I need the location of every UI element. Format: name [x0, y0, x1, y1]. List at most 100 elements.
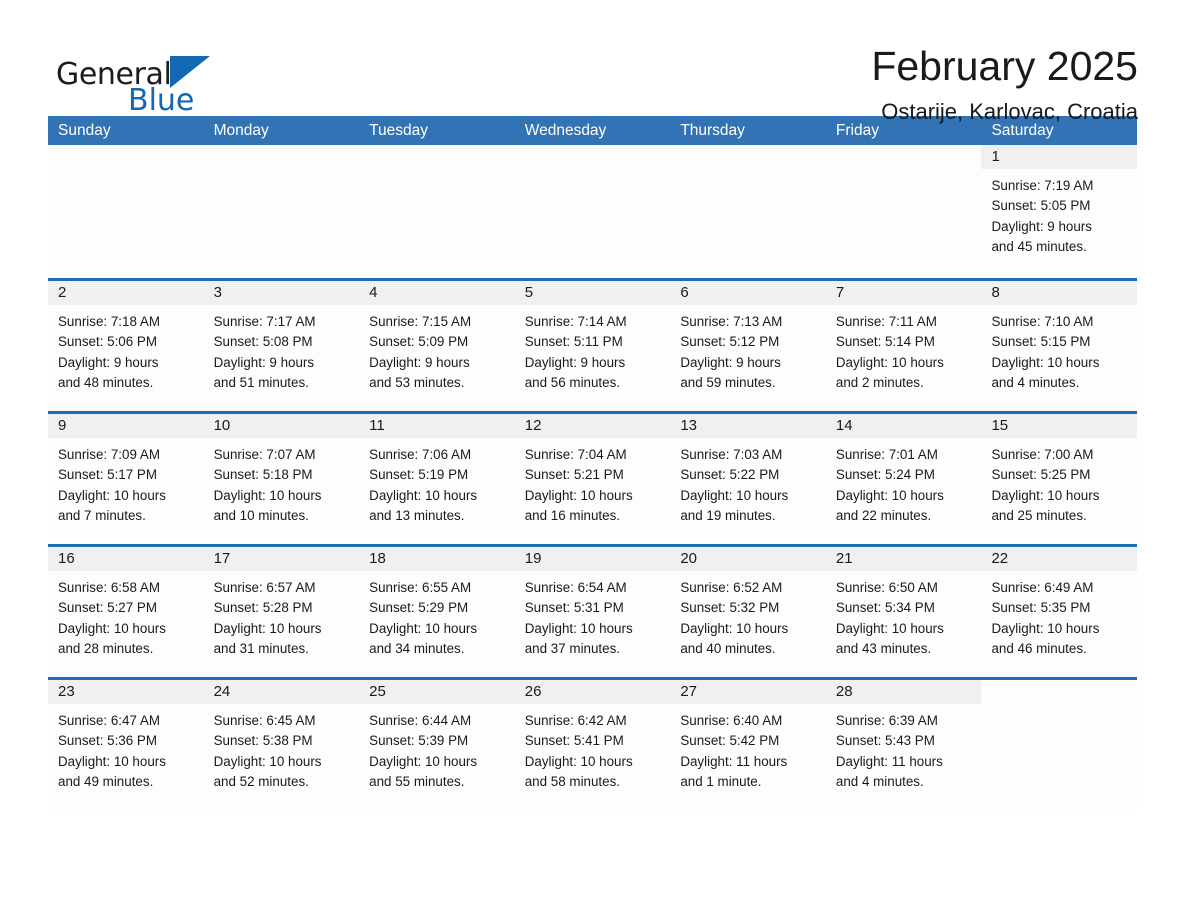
calendar-day-cell[interactable]: 20 Sunrise: 6:52 AM Sunset: 5:32 PM Dayligh… [670, 547, 826, 677]
calendar-day-cell-empty [359, 145, 515, 278]
calendar-day-cell-empty [981, 680, 1138, 810]
daylight-text: Daylight: 11 hours [835, 753, 943, 769]
calendar-day-cell[interactable]: 15 Sunrise: 7:00 AM Sunset: 5:25 PM Dayligh… [981, 414, 1138, 544]
sunrise-text: Sunrise: 7:09 AM [58, 447, 160, 462]
day-details: Sunrise: 7:03 AM Sunset: 5:22 PM Daylight:… [670, 438, 826, 526]
calendar-day-cell[interactable]: 18 Sunrise: 6:55 AM Sunset: 5:29 PM Dayligh… [359, 547, 515, 677]
calendar-week-row: 1 Sunrise: 7:19 AM Sunset: 5:05 PM Daylight… [48, 145, 1138, 278]
day-number: 28 [825, 680, 982, 704]
daylight-text: Daylight: 10 hours [835, 620, 944, 636]
brand-word-blue: Blue [128, 83, 195, 118]
sunrise-text: Sunrise: 7:19 AM [991, 178, 1094, 193]
day-number: 1 [981, 145, 1138, 169]
calendar-day-cell[interactable]: 1 Sunrise: 7:19 AM Sunset: 5:05 PM Daylight… [981, 145, 1138, 278]
calendar-day-cell[interactable]: 19 Sunrise: 6:54 AM Sunset: 5:31 PM Dayligh… [514, 547, 671, 677]
daylight-text: and 59 minutes. [680, 374, 776, 390]
day-number [48, 145, 204, 169]
calendar-day-cell-empty [48, 145, 204, 278]
calendar-day-cell[interactable]: 4 Sunrise: 7:15 AM Sunset: 5:09 PM Daylight… [359, 281, 515, 411]
sunset-text: Sunset: 5:18 PM [213, 467, 313, 483]
day-details [826, 169, 982, 176]
sunset-text: Sunset: 5:36 PM [58, 733, 157, 749]
day-number: 3 [203, 281, 360, 305]
calendar-day-cell[interactable]: 2 Sunrise: 7:18 AM Sunset: 5:06 PM Daylight… [48, 281, 204, 411]
sunset-text: Sunset: 5:29 PM [369, 600, 469, 616]
calendar-day-cell[interactable]: 27 Sunrise: 6:40 AM Sunset: 5:42 PM Dayligh… [670, 680, 826, 810]
day-number: 12 [514, 414, 671, 438]
calendar-day-cell[interactable]: 9 Sunrise: 7:09 AM Sunset: 5:17 PM Daylight… [48, 414, 204, 544]
sunset-text: Sunset: 5:21 PM [524, 467, 624, 483]
day-details: Sunrise: 6:55 AM Sunset: 5:29 PM Daylight:… [359, 571, 515, 659]
day-details [204, 169, 360, 176]
sunrise-text: Sunrise: 7:15 AM [369, 314, 472, 329]
day-number: 22 [981, 547, 1138, 571]
calendar-day-cell[interactable]: 25 Sunrise: 6:44 AM Sunset: 5:39 PM Dayligh… [359, 680, 515, 810]
daylight-text: Daylight: 10 hours [369, 620, 478, 636]
day-details: Sunrise: 7:06 AM Sunset: 5:19 PM Daylight:… [359, 438, 515, 526]
calendar-day-cell[interactable]: 3 Sunrise: 7:17 AM Sunset: 5:08 PM Daylight… [203, 281, 360, 411]
sunrise-text: Sunrise: 6:47 AM [58, 713, 160, 728]
calendar-day-cell[interactable]: 21 Sunrise: 6:50 AM Sunset: 5:34 PM Dayligh… [825, 547, 982, 677]
calendar-day-cell[interactable]: 13 Sunrise: 7:03 AM Sunset: 5:22 PM Dayligh… [670, 414, 826, 544]
calendar-day-cell[interactable]: 17 Sunrise: 6:57 AM Sunset: 5:28 PM Dayligh… [203, 547, 360, 677]
calendar-day-cell[interactable]: 11 Sunrise: 7:06 AM Sunset: 5:19 PM Dayligh… [359, 414, 515, 544]
calendar-day-cell[interactable]: 6 Sunrise: 7:13 AM Sunset: 5:12 PM Daylight… [670, 281, 826, 411]
daylight-text: Daylight: 10 hours [58, 753, 166, 769]
sunset-text: Sunset: 5:39 PM [369, 733, 469, 749]
day-details: Sunrise: 6:40 AM Sunset: 5:42 PM Daylight:… [670, 704, 826, 792]
calendar-day-cell[interactable]: 16 Sunrise: 6:58 AM Sunset: 5:27 PM Dayligh… [48, 547, 204, 677]
calendar-day-cell[interactable]: 8 Sunrise: 7:10 AM Sunset: 5:15 PM Daylight… [981, 281, 1138, 411]
daylight-text: Daylight: 10 hours [369, 753, 478, 769]
day-details: Sunrise: 7:18 AM Sunset: 5:06 PM Daylight:… [48, 305, 204, 393]
day-details: Sunrise: 6:42 AM Sunset: 5:41 PM Daylight:… [515, 704, 671, 792]
sunset-text: Sunset: 5:42 PM [680, 733, 780, 749]
daylight-text: Daylight: 10 hours [524, 620, 633, 636]
daylight-text: Daylight: 9 hours [524, 354, 626, 370]
day-number [204, 145, 360, 169]
day-details: Sunrise: 7:14 AM Sunset: 5:11 PM Daylight:… [515, 305, 671, 393]
day-details: Sunrise: 6:54 AM Sunset: 5:31 PM Daylight:… [515, 571, 671, 659]
sunset-text: Sunset: 5:24 PM [835, 467, 935, 483]
daylight-text: and 55 minutes. [369, 773, 465, 789]
calendar-day-cell[interactable]: 14 Sunrise: 7:01 AM Sunset: 5:24 PM Dayligh… [825, 414, 982, 544]
sunset-text: Sunset: 5:31 PM [524, 600, 624, 616]
day-details: Sunrise: 7:01 AM Sunset: 5:24 PM Daylight:… [826, 438, 982, 526]
calendar-day-cell[interactable]: 23 Sunrise: 6:47 AM Sunset: 5:36 PM Dayligh… [48, 680, 204, 810]
day-details: Sunrise: 7:15 AM Sunset: 5:09 PM Daylight:… [359, 305, 515, 393]
daylight-text: and 58 minutes. [524, 773, 621, 789]
calendar-day-cell[interactable]: 7 Sunrise: 7:11 AM Sunset: 5:14 PM Daylight… [825, 281, 982, 411]
calendar-day-cell[interactable]: 26 Sunrise: 6:42 AM Sunset: 5:41 PM Dayligh… [514, 680, 671, 810]
daylight-text: and 4 minutes. [991, 374, 1080, 390]
calendar-day-cell-empty [670, 145, 826, 278]
sunset-text: Sunset: 5:05 PM [991, 198, 1091, 214]
calendar-day-cell[interactable]: 28 Sunrise: 6:39 AM Sunset: 5:43 PM Dayligh… [825, 680, 982, 810]
calendar-day-cell-empty [203, 145, 360, 278]
calendar-day-cell[interactable]: 10 Sunrise: 7:07 AM Sunset: 5:18 PM Dayligh… [203, 414, 360, 544]
sunrise-text: Sunrise: 7:11 AM [835, 314, 937, 329]
calendar-day-cell[interactable]: 5 Sunrise: 7:14 AM Sunset: 5:11 PM Daylight… [514, 281, 671, 411]
day-details: Sunrise: 6:57 AM Sunset: 5:28 PM Daylight:… [204, 571, 360, 659]
sunset-text: Sunset: 5:09 PM [369, 334, 469, 350]
daylight-text: and 19 minutes. [680, 507, 776, 523]
brand-logo[interactable]: General Blue [56, 44, 296, 116]
calendar-week-row: 9 Sunrise: 7:09 AM Sunset: 5:17 PM Daylight… [48, 411, 1138, 544]
calendar-day-cell[interactable]: 24 Sunrise: 6:45 AM Sunset: 5:38 PM Dayligh… [203, 680, 360, 810]
day-details: Sunrise: 6:45 AM Sunset: 5:38 PM Daylight:… [204, 704, 360, 792]
day-number [515, 145, 671, 169]
daylight-text: and 52 minutes. [213, 773, 309, 789]
day-details [359, 169, 515, 176]
daylight-text: and 4 minutes. [835, 773, 924, 789]
calendar-week-row: 16 Sunrise: 6:58 AM Sunset: 5:27 PM Dayligh… [48, 544, 1138, 677]
weekday-header-wednesday: Wednesday [524, 122, 607, 139]
calendar-weeks: 1 Sunrise: 7:19 AM Sunset: 5:05 PM Daylight… [48, 145, 1138, 810]
daylight-text: and 25 minutes. [991, 507, 1087, 523]
day-number: 6 [670, 281, 826, 305]
day-number: 15 [981, 414, 1138, 438]
daylight-text: Daylight: 10 hours [991, 620, 1100, 636]
day-number: 20 [670, 547, 826, 571]
daylight-text: Daylight: 11 hours [680, 753, 788, 769]
calendar-day-cell[interactable]: 12 Sunrise: 7:04 AM Sunset: 5:21 PM Dayligh… [514, 414, 671, 544]
daylight-text: and 51 minutes. [213, 374, 309, 390]
calendar-day-cell[interactable]: 22 Sunrise: 6:49 AM Sunset: 5:35 PM Dayligh… [981, 547, 1138, 677]
sunrise-text: Sunrise: 7:13 AM [680, 314, 783, 329]
